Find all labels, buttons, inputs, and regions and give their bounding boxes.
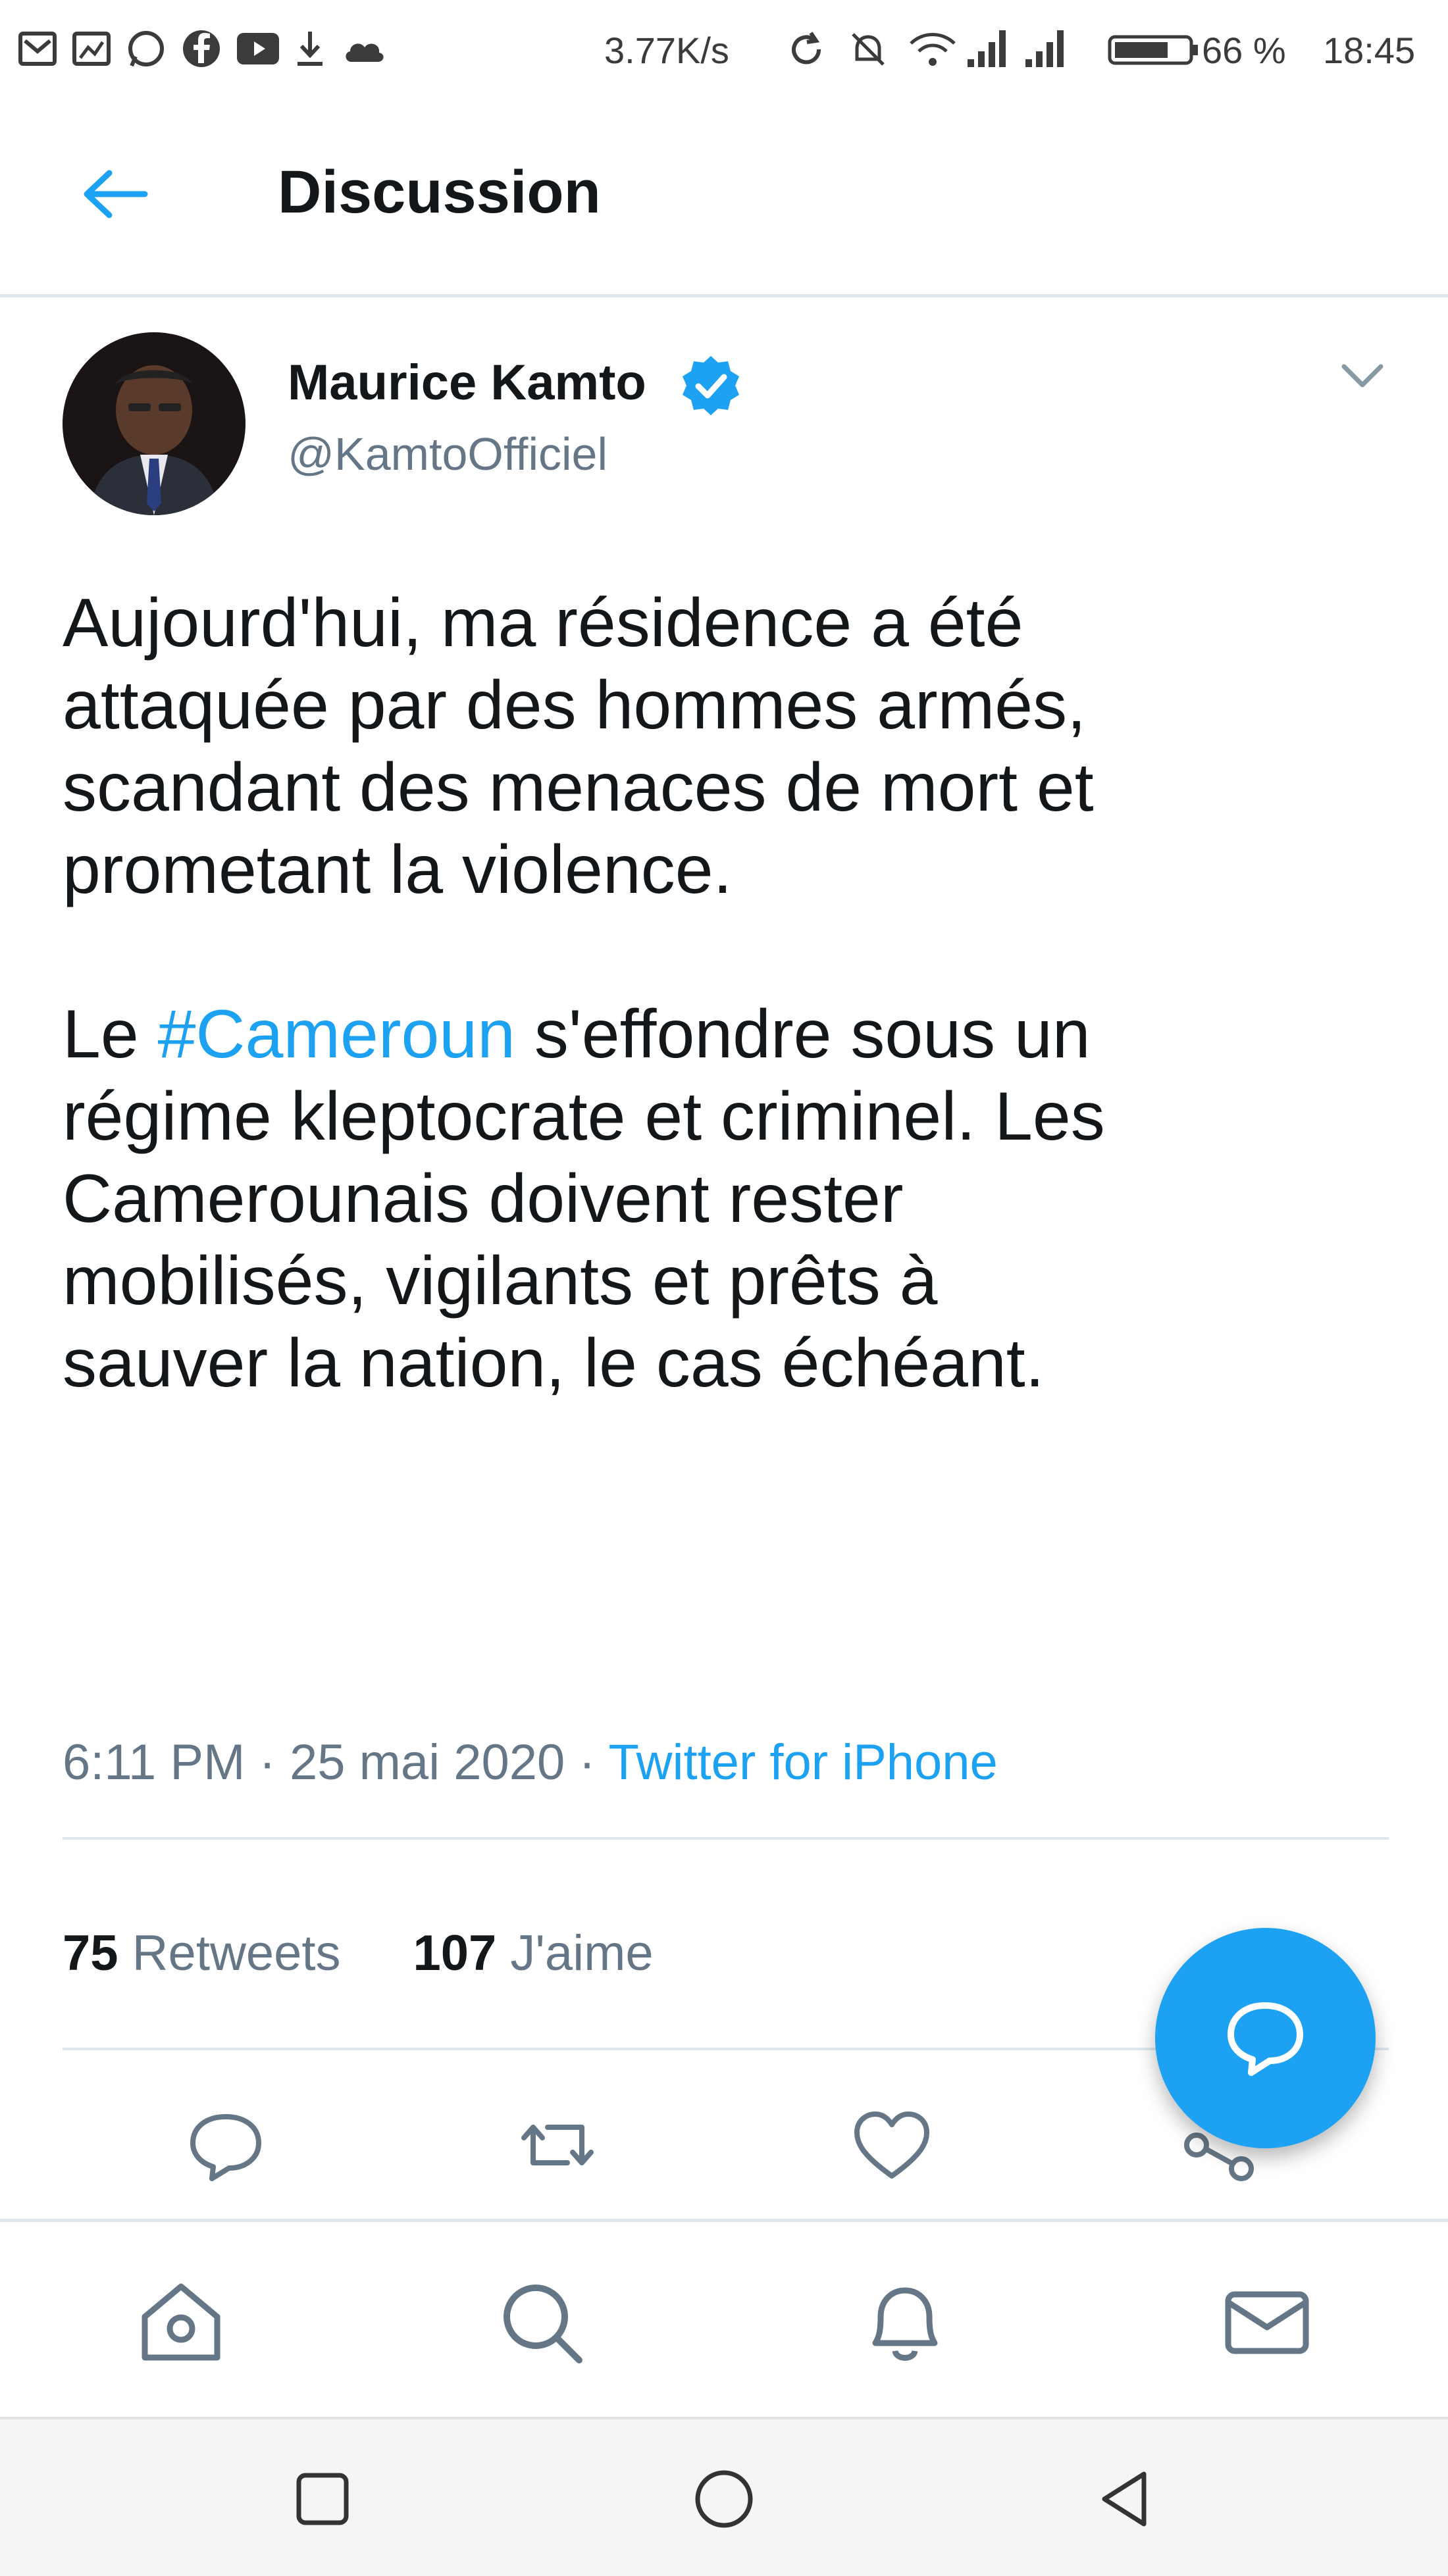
notifications-icon[interactable] bbox=[856, 2273, 954, 2372]
page-title: Discussion bbox=[278, 159, 601, 226]
compose-reply-button[interactable] bbox=[1155, 1928, 1376, 2148]
meta-separator: · bbox=[259, 1734, 276, 1790]
likes-label: J'aime bbox=[510, 1925, 654, 1981]
likes-count: 107 bbox=[413, 1925, 497, 1981]
retweet-icon[interactable] bbox=[515, 2102, 600, 2188]
divider bbox=[63, 1837, 1389, 1840]
recents-square-icon[interactable] bbox=[290, 2466, 355, 2532]
gallery-notification-icon bbox=[72, 32, 111, 66]
tweet-text: Aujourd'hui, ma résidence a été attaquée… bbox=[63, 582, 1399, 1405]
gmail-notification-icon bbox=[18, 32, 57, 66]
home-circle-icon[interactable] bbox=[691, 2466, 757, 2532]
download-icon bbox=[297, 32, 323, 66]
sync-icon bbox=[792, 32, 821, 64]
cloud-icon bbox=[346, 43, 384, 62]
author-handle[interactable]: @KamtoOfficiel bbox=[288, 428, 608, 480]
bottom-nav-divider bbox=[0, 2219, 1448, 2222]
hashtag-link[interactable]: #Cameroun bbox=[158, 996, 515, 1073]
reply-bubble-icon bbox=[1228, 2002, 1303, 2076]
tweet-paragraph-1: Aujourd'hui, ma résidence a été attaquée… bbox=[63, 585, 1094, 908]
author-name[interactable]: Maurice Kamto bbox=[288, 354, 646, 411]
status-bar: 3.77K/s 66 % 18:45 bbox=[0, 0, 1448, 105]
top-app-bar bbox=[0, 105, 1448, 296]
wifi-icon bbox=[910, 33, 956, 66]
youtube-notification-icon bbox=[237, 33, 279, 64]
header-divider bbox=[0, 294, 1448, 297]
whatsapp-notification-icon bbox=[128, 31, 164, 67]
retweets-link[interactable]: 75 Retweets bbox=[63, 1925, 340, 1981]
like-icon[interactable] bbox=[849, 2102, 935, 2188]
tweet-date: 25 mai 2020 bbox=[289, 1734, 565, 1790]
retweets-label: Retweets bbox=[132, 1925, 341, 1981]
reply-icon[interactable] bbox=[183, 2102, 269, 2188]
battery-level: 66 % bbox=[1202, 30, 1286, 71]
verified-badge-icon bbox=[683, 356, 739, 415]
tweet-source-link[interactable]: Twitter for iPhone bbox=[608, 1734, 997, 1790]
tweet-paragraph-2-start: Le bbox=[63, 996, 158, 1073]
home-icon[interactable] bbox=[132, 2273, 230, 2372]
retweets-count: 75 bbox=[63, 1925, 118, 1981]
signal-icon bbox=[968, 30, 1064, 67]
search-icon[interactable] bbox=[492, 2273, 591, 2372]
chevron-down-icon[interactable] bbox=[1330, 352, 1395, 398]
network-speed: 3.77K/s bbox=[604, 30, 729, 71]
silent-icon bbox=[852, 33, 885, 66]
avatar[interactable] bbox=[63, 332, 246, 515]
likes-link[interactable]: 107 J'aime bbox=[413, 1925, 653, 1981]
arrow-left-icon[interactable] bbox=[79, 168, 151, 220]
engagement-counts: 75 Retweets 107 J'aime bbox=[63, 1925, 654, 1982]
meta-separator: · bbox=[579, 1734, 596, 1790]
messages-icon[interactable] bbox=[1218, 2273, 1316, 2372]
tweet-meta: 6:11 PM · 25 mai 2020 · Twitter for iPho… bbox=[63, 1734, 998, 1791]
tweet-time: 6:11 PM bbox=[63, 1734, 246, 1790]
facebook-notification-icon bbox=[183, 30, 220, 67]
clock: 18:45 bbox=[1323, 30, 1416, 71]
battery-icon bbox=[1108, 35, 1198, 65]
back-triangle-icon[interactable] bbox=[1093, 2466, 1158, 2532]
